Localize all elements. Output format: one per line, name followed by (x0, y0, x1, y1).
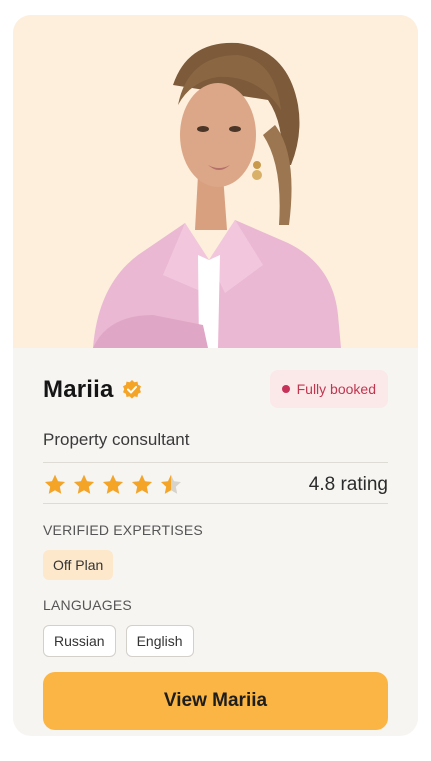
star-rating (43, 473, 183, 497)
language-chip: Russian (43, 625, 116, 657)
star-icon (132, 474, 152, 494)
consultant-card: Mariia Fully booked Property consultant … (13, 15, 418, 736)
consultant-name: Mariia (43, 376, 114, 403)
view-consultant-button[interactable]: View Mariia (43, 672, 388, 730)
profile-photo (13, 15, 418, 348)
portrait-illustration (93, 42, 341, 348)
star-icon (103, 474, 123, 494)
rating-text: 4.8 rating (308, 474, 388, 495)
status-dot (281, 385, 290, 393)
name-row: Mariia (43, 376, 142, 404)
consultant-role: Property consultant (43, 430, 190, 449)
divider-top (43, 462, 388, 463)
status-text: Fully booked (296, 381, 376, 397)
verified-check-icon (122, 380, 141, 399)
languages-label: LANGUAGES (43, 597, 132, 613)
language-chips: Russian English (43, 625, 194, 657)
star-icon (74, 474, 94, 494)
language-chip: English (125, 625, 194, 657)
expertise-label: VERIFIED EXPERTISES (43, 522, 203, 538)
star-icon (45, 474, 65, 494)
star-icon (161, 474, 181, 494)
expertise-chip: Off Plan (43, 550, 114, 580)
status-badge: Fully booked (269, 370, 388, 408)
divider-bottom (43, 503, 388, 504)
rating-row: 4.8 rating (43, 470, 388, 500)
